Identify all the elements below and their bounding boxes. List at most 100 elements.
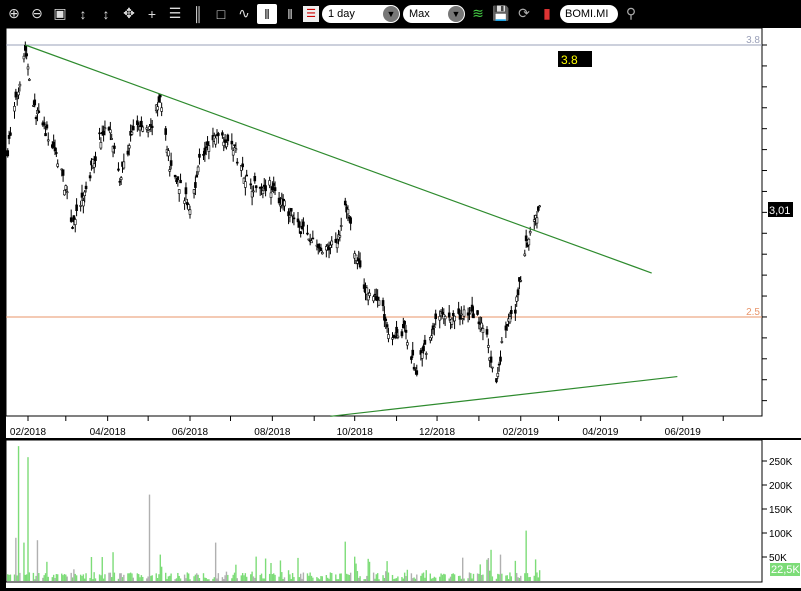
volume-bar: [217, 573, 220, 581]
volume-bar: [385, 571, 387, 581]
volume-bar: [424, 577, 426, 581]
volume-bar: [505, 575, 507, 581]
volume-bar: [383, 577, 386, 581]
volume-bar: [44, 573, 47, 581]
volume-bar: [34, 579, 36, 581]
price-candle: [113, 145, 116, 149]
volume-bar: [320, 576, 322, 581]
price-candle: [65, 191, 69, 194]
volume-bar: [339, 573, 341, 581]
volume-bar: [51, 577, 53, 581]
volume-bar: [301, 578, 303, 581]
volume-bar: [170, 573, 172, 581]
volume-bar: [444, 574, 446, 581]
price-candle: [535, 217, 539, 224]
price-candle: [400, 331, 404, 337]
volume-bar: [61, 573, 63, 581]
price-candle: [198, 153, 201, 158]
volume-bar: [94, 578, 97, 581]
price-candle: [64, 185, 68, 190]
volume-bar: [413, 577, 415, 581]
volume-bar: [297, 557, 299, 581]
volume-bar: [240, 575, 242, 581]
price-candle: [384, 318, 388, 322]
price-candle: [500, 341, 504, 343]
volume-plot-area[interactable]: [5, 439, 763, 583]
price-candle: [346, 209, 350, 215]
price-candle: [477, 321, 481, 325]
volume-bar: [262, 578, 264, 581]
volume-bar: [264, 558, 267, 581]
volume-bar: [250, 574, 252, 581]
price-candle: [25, 53, 28, 57]
volume-bar: [525, 530, 527, 581]
volume-bar: [131, 573, 133, 581]
price-candle: [457, 308, 460, 314]
volume-bar: [25, 574, 28, 581]
price-candle: [272, 183, 276, 186]
price-candle: [377, 300, 381, 306]
price-candle: [296, 218, 300, 223]
price-candle: [223, 139, 227, 143]
price-candle: [460, 313, 463, 316]
volume-bar: [486, 559, 488, 581]
volume-bar: [32, 572, 35, 581]
price-candle: [233, 144, 236, 147]
volume-bar: [283, 577, 286, 581]
volume-bar: [476, 573, 479, 581]
price-candle: [365, 287, 369, 295]
volume-bar: [406, 569, 409, 581]
price-candle: [358, 260, 362, 268]
price-candle: [7, 135, 11, 139]
date-label: 10/2018: [337, 427, 374, 438]
volume-bar: [433, 576, 436, 581]
price-candle: [320, 252, 324, 255]
volume-bar: [241, 573, 244, 581]
price-candle: [203, 147, 207, 155]
volume-bar: [348, 574, 350, 581]
price-candle: [184, 187, 188, 195]
price-candle: [404, 329, 408, 333]
volume-bar: [471, 578, 473, 581]
volume-bar: [271, 574, 274, 581]
price-candle: [335, 242, 339, 249]
volume-bar: [290, 578, 292, 581]
price-candle: [472, 313, 475, 319]
price-candle: [110, 138, 113, 140]
price-candle: [33, 99, 37, 106]
price-candle: [291, 214, 294, 217]
volume-bar: [397, 576, 399, 581]
volume-bar: [204, 577, 206, 581]
volume-bar: [24, 574, 26, 581]
volume-bar: [81, 575, 83, 581]
volume-bar: [520, 575, 522, 581]
volume-bar: [328, 578, 330, 581]
volume-bar: [54, 577, 56, 581]
price-candle: [9, 132, 12, 136]
price-candle: [496, 373, 500, 377]
price-candle: [79, 205, 82, 207]
volume-bar: [128, 573, 130, 581]
price-candle: [300, 225, 304, 229]
volume-bar: [366, 575, 368, 581]
stock-chart[interactable]: 3.8 2.5 3.8 3,01 02/2018 04/2018 06/2018 08…: [0, 0, 801, 591]
volume-bar: [421, 573, 423, 581]
volume-bar: [526, 573, 529, 581]
volume-bar: [189, 579, 191, 581]
volume-bar: [224, 575, 226, 581]
price-candle: [298, 221, 301, 228]
volume-bar: [108, 572, 110, 581]
date-label: 08/2018: [254, 427, 291, 438]
price-plot-area[interactable]: [5, 27, 763, 417]
price-candle: [6, 150, 10, 157]
price-candle: [430, 335, 433, 339]
price-candle: [372, 296, 375, 302]
date-label: 04/2019: [582, 427, 619, 438]
volume-bar: [119, 573, 121, 581]
price-candle: [453, 315, 456, 322]
volume-bar: [160, 566, 163, 581]
volume-bar: [489, 570, 491, 581]
volume-bar: [487, 558, 490, 581]
price-candle: [159, 94, 162, 98]
volume-bar: [208, 579, 210, 581]
